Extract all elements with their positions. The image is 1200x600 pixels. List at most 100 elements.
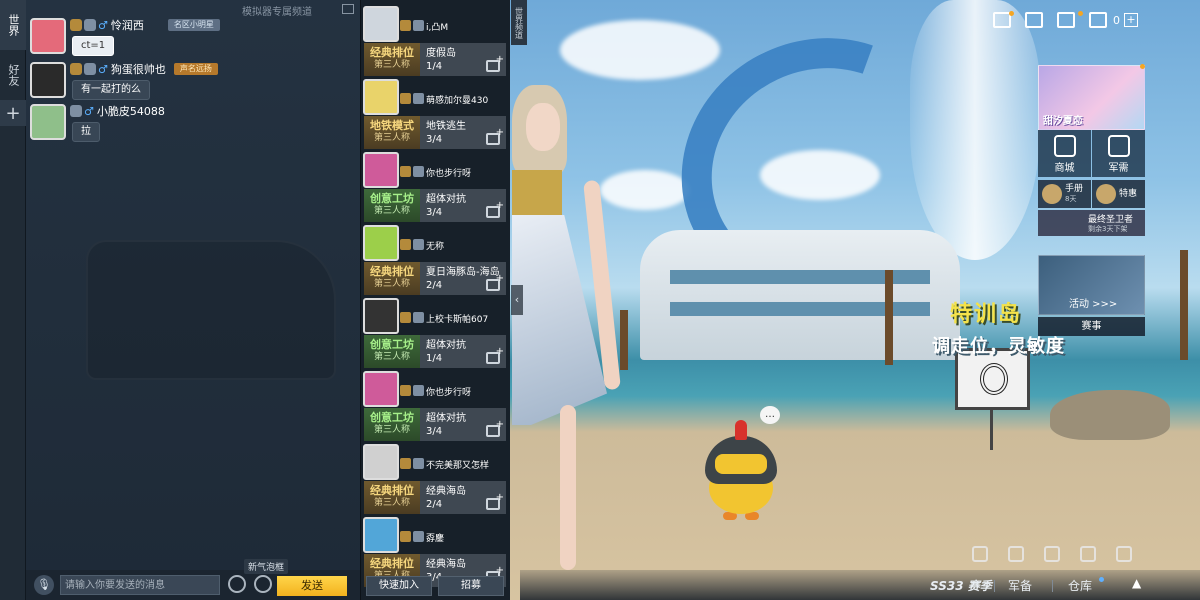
tab-friends[interactable]: 好友 [0,50,26,100]
target-stand [990,410,993,450]
join-team-icon[interactable] [486,200,504,218]
add-currency-button[interactable]: + [1124,13,1138,27]
team-mode-box[interactable]: 经典排位 第三人称 夏日海豚岛-海岛 2/4 [364,262,506,295]
add-channel-button[interactable]: + [0,100,26,126]
ticket-icon[interactable] [1057,12,1075,28]
team-avatar[interactable] [363,371,399,407]
team-avatar[interactable] [363,517,399,553]
join-team-icon[interactable] [486,54,504,72]
special-offer-button[interactable]: 特惠 [1092,180,1145,208]
team-leader-name: 孬鏖 [426,534,445,544]
recruit-button[interactable]: 招募 [438,576,504,596]
team-entry[interactable]: 无称 经典排位 第三人称 夏日海豚岛-海岛 2/4 [360,222,510,295]
team-mode-box[interactable]: 经典排位 第三人称 经典海岛 2/4 [364,481,506,514]
emote-icon[interactable] [1080,546,1096,562]
mic-icon[interactable] [1008,546,1024,562]
join-team-icon[interactable] [486,492,504,510]
team-entry[interactable]: 你也步行呀 创意工坊 第三人称 超体对抗 3/4 [360,368,510,441]
special-offer-label: 特惠 [1119,189,1138,199]
match-button[interactable]: 赛事 [1038,317,1145,336]
guardian-promo[interactable]: 最终圣卫者 剩余3天下架 [1038,210,1145,236]
card-icon[interactable] [1089,12,1107,28]
send-button[interactable]: 发送 [277,576,347,596]
team-mode-box[interactable]: 创意工坊 第三人称 超体对抗 3/4 [364,189,506,222]
world-channel-tab[interactable]: 世界频道 [511,0,527,45]
map-info: 经典海岛 2/4 [426,485,466,511]
chat-input[interactable] [60,575,220,595]
shop-button[interactable]: 商城 [1038,130,1091,177]
mode-label: 经典排位第三人称 [364,43,420,76]
armory-button[interactable]: 军需 [1092,130,1145,177]
tier-badge-icon [413,385,424,396]
nickname[interactable]: 狗蛋很帅也 [111,61,166,77]
team-avatar[interactable] [363,225,399,261]
message-bubble[interactable]: ct=1 [72,36,115,56]
handbook-button[interactable]: 手册 8天 [1038,180,1091,208]
avatar[interactable] [30,62,66,98]
team-leader-name: 上校卡斯帕607 [426,315,489,325]
mode-name: 地铁模式 [370,119,414,132]
wand-icon[interactable] [1044,546,1060,562]
expand-menu-button[interactable]: ▲ [1132,576,1141,590]
join-team-icon[interactable] [486,273,504,291]
join-team-icon[interactable] [486,127,504,145]
avatar[interactable] [30,104,66,140]
team-mode-box[interactable]: 创意工坊 第三人称 超体对抗 3/4 [364,408,506,441]
pet-speech-icon[interactable]: … [760,406,780,424]
join-team-icon[interactable] [486,346,504,364]
team-entry[interactable]: i,凸M 经典排位 第三人称 度假岛 1/4 [360,3,510,76]
bubble-style-icon[interactable] [254,575,272,593]
message-bubble[interactable]: 拉 [72,122,100,142]
channel-menu-icon[interactable] [342,4,354,14]
microphone-icon[interactable]: 🎙 [34,575,54,595]
diamond-icon[interactable] [1025,12,1043,28]
team-mode-box[interactable]: 经典排位 第三人称 度假岛 1/4 [364,43,506,76]
rank-badge-icon [70,63,82,75]
team-count: 3/4 [426,207,443,218]
collapse-panel-handle[interactable]: ‹ [511,285,523,315]
speaker-icon[interactable] [972,546,988,562]
team-avatar[interactable] [363,152,399,188]
nickname[interactable]: 小脆皮54088 [97,103,165,119]
team-count: 2/4 [426,280,443,291]
warehouse-button[interactable]: 仓库 [1068,577,1092,594]
mode-name: 经典排位 [370,46,414,59]
quick-join-button[interactable]: 快速加入 [366,576,432,596]
map-name: 超体对抗 [426,194,466,205]
activity-label: 活动 >>> [1069,299,1118,310]
perspective: 第三人称 [373,498,410,508]
team-entry[interactable]: 你也步行呀 创意工坊 第三人称 超体对抗 3/4 [360,149,510,222]
activity-button[interactable]: 活动 >>> [1038,255,1145,315]
message-bubble[interactable]: 有一起打的么 [72,80,150,100]
fullscreen-icon[interactable] [1116,546,1132,562]
team-avatar[interactable] [363,6,399,42]
player-character[interactable] [512,85,621,570]
emoji-icon[interactable] [228,575,246,593]
tier-badge-icon [70,105,82,117]
team-avatar[interactable] [363,298,399,334]
new-bubble-tooltip: 新气泡框 [244,559,289,574]
join-team-icon[interactable] [486,419,504,437]
team-entry[interactable]: 不完美那又怎样 经典排位 第三人称 经典海岛 2/4 [360,441,510,514]
team-avatar[interactable] [363,79,399,115]
rank-badge-icon [400,20,411,31]
team-entry[interactable]: 萌感加尔曼430 地铁模式 第三人称 地铁逃生 3/4 [360,76,510,149]
event-banner[interactable]: 甜汐夏恋 [1038,65,1145,130]
pet-chick[interactable] [705,420,777,525]
team-badges [400,385,426,396]
team-mode-box[interactable]: 创意工坊 第三人称 超体对抗 1/4 [364,335,506,368]
season-button[interactable]: SS33 赛季 [930,577,992,594]
tier-badge-icon [413,531,424,542]
rock [1050,390,1170,440]
tab-world[interactable]: 世界 [0,0,26,50]
nickname[interactable]: 怜润西 [111,17,144,33]
team-count: 3/4 [426,426,443,437]
team-avatar[interactable] [363,444,399,480]
avatar[interactable] [30,18,66,54]
team-entry[interactable]: 上校卡斯帕607 创意工坊 第三人称 超体对抗 1/4 [360,295,510,368]
team-mode-box[interactable]: 地铁模式 第三人称 地铁逃生 3/4 [364,116,506,149]
map-name: 地铁逃生 [426,121,466,132]
separator [1052,580,1053,592]
armory-nav-button[interactable]: 军备 [1008,577,1032,594]
team-leader-name: 你也步行呀 [426,169,472,179]
